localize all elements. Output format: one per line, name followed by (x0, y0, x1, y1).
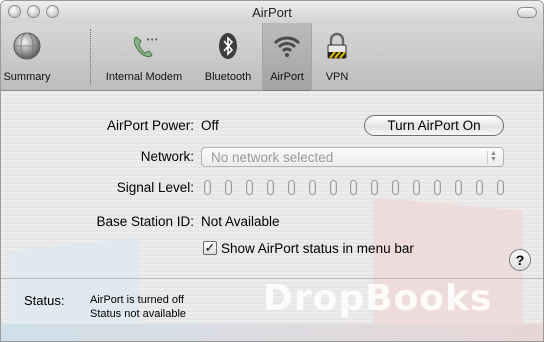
turn-airport-on-button[interactable]: Turn AirPort On (364, 115, 504, 136)
toolbar-label-vpn: VPN (325, 71, 349, 83)
show-status-checkbox-label[interactable]: Show AirPort status in menu bar (221, 241, 414, 256)
toolbar: Summary ••• Internal Modem Bluetooth Air… (1, 23, 543, 91)
signal-level-label: Signal Level: (116, 180, 194, 195)
status-line-1: AirPort is turned off (90, 294, 184, 306)
toolbar-item-summary[interactable]: Summary (1, 23, 53, 91)
signal-bar (266, 180, 274, 195)
toolbar-label-summary: Summary (3, 71, 51, 83)
signal-bar (204, 180, 211, 195)
show-status-checkbox[interactable]: ✓ (203, 241, 217, 255)
airport-pane: DropBooks AirPort Power: Off Turn AirPor… (1, 92, 543, 341)
watermark-band (1, 324, 543, 341)
signal-level-meter (204, 180, 504, 196)
network-popup-value: No network selected (211, 150, 334, 165)
signal-bar (496, 180, 504, 195)
toolbar-item-vpn[interactable]: VPN (316, 23, 358, 91)
base-station-id-label: Base Station ID: (96, 214, 194, 229)
checkmark-icon: ✓ (204, 240, 216, 255)
signal-bar (475, 180, 483, 195)
airport-power-value: Off (201, 118, 219, 133)
signal-bar (287, 180, 295, 195)
signal-bar (350, 180, 358, 195)
toolbar-separator (90, 29, 91, 85)
airport-preferences-window: AirPort Summary ••• Internal Modem Bluet… (0, 0, 544, 342)
toolbar-item-airport[interactable]: AirPort (262, 23, 312, 91)
signal-bar (329, 180, 337, 195)
status-line-2: Status not available (90, 308, 187, 320)
toolbar-toggle-button[interactable] (517, 7, 537, 18)
signal-bar (245, 180, 253, 195)
watermark-logo: DropBooks (263, 278, 493, 319)
toolbar-label-airport: AirPort (270, 71, 304, 83)
svg-text:•••: ••• (146, 36, 158, 44)
toolbar-label-bluetooth: Bluetooth (204, 71, 252, 83)
signal-bar (308, 180, 316, 195)
toolbar-item-bluetooth[interactable]: Bluetooth (198, 23, 258, 91)
network-label: Network: (140, 149, 194, 164)
base-station-id-value: Not Available (201, 214, 280, 229)
padlock-icon (320, 29, 354, 63)
window-title: AirPort (252, 5, 292, 20)
signal-bar (434, 180, 442, 195)
signal-bar (455, 180, 463, 195)
globe-icon (10, 29, 44, 63)
network-popup[interactable]: No network selected ▲ ▼ (201, 147, 504, 167)
status-label: Status: (24, 293, 65, 308)
bluetooth-icon (211, 29, 245, 63)
airport-power-label: AirPort Power: (106, 118, 194, 133)
toolbar-label-internal-modem: Internal Modem (105, 71, 183, 83)
help-button[interactable]: ? (509, 249, 531, 271)
watermark-shape (373, 197, 523, 341)
signal-bar (392, 180, 400, 195)
signal-bar (224, 180, 232, 195)
signal-bar (413, 180, 421, 195)
title-bar[interactable]: AirPort (1, 1, 543, 23)
wifi-icon (270, 29, 304, 63)
phone-handset-icon: ••• (127, 29, 161, 63)
popup-arrows-icon: ▲ ▼ (487, 150, 499, 164)
divider (1, 278, 543, 279)
toolbar-item-internal-modem[interactable]: ••• Internal Modem (96, 23, 192, 91)
signal-bar (371, 180, 379, 195)
